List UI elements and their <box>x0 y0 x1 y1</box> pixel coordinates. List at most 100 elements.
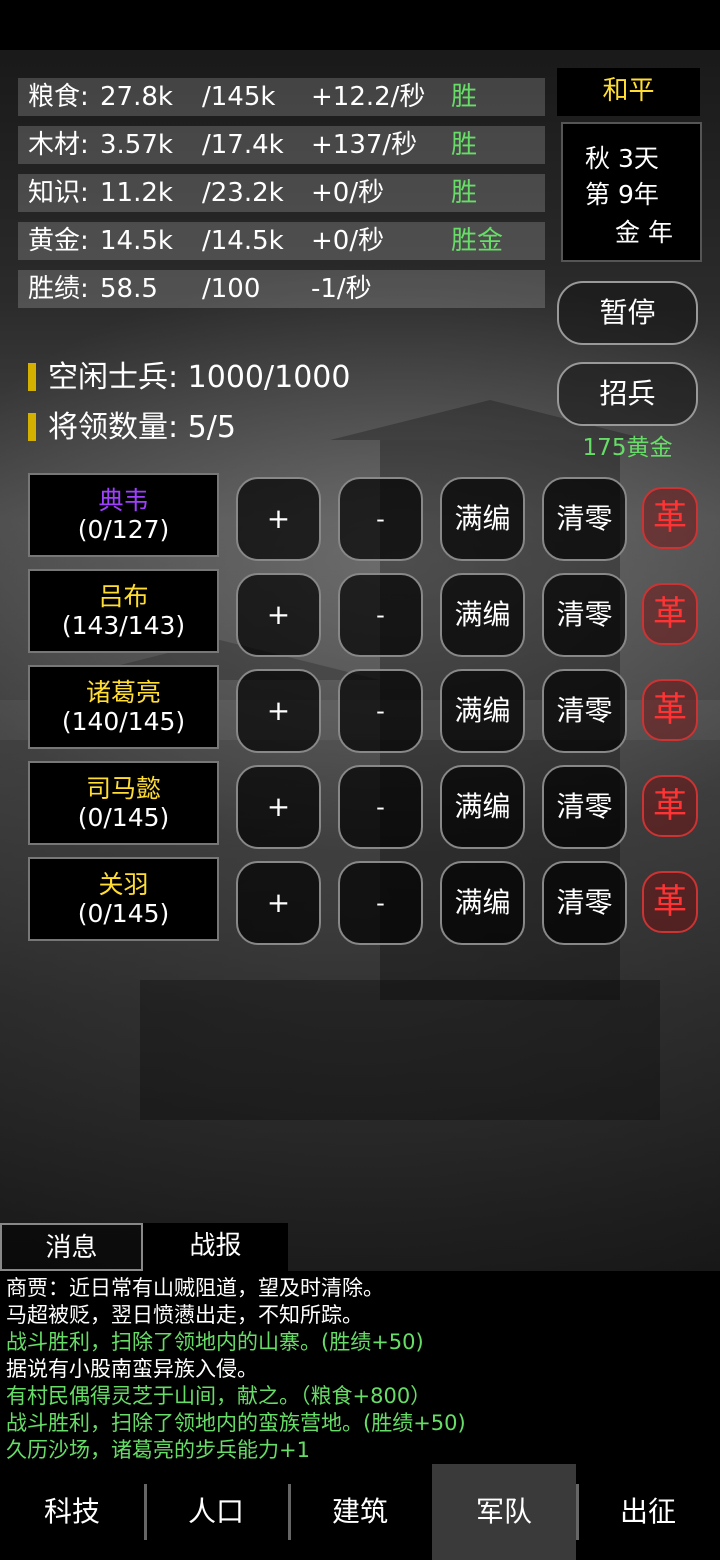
general-card[interactable]: 吕布 (143/143) <box>28 569 219 653</box>
resource-row: 知识: 11.2k/23.2k +0/秒 胜 <box>18 174 545 212</box>
nav-building[interactable]: 建筑 <box>288 1464 432 1560</box>
nav-tech[interactable]: 科技 <box>0 1464 144 1560</box>
log-line: 久历沙场，诸葛亮的步兵能力+1 <box>6 1438 310 1462</box>
resource-current: 58.5 <box>100 274 158 304</box>
plus-button[interactable]: + <box>236 669 321 753</box>
general-card[interactable]: 典韦 (0/127) <box>28 473 219 557</box>
general-card[interactable]: 诸葛亮 (140/145) <box>28 665 219 749</box>
resource-row: 黄金: 14.5k/14.5k +0/秒 胜金 <box>18 222 545 260</box>
resource-tag: 胜金 <box>451 226 504 256</box>
general-troop-count: (143/143) <box>61 611 186 640</box>
clear-button[interactable]: 清零 <box>542 861 627 945</box>
resource-max: /14.5k <box>202 226 284 256</box>
general-troop-count: (0/145) <box>77 899 170 928</box>
general-card[interactable]: 关羽 (0/145) <box>28 857 219 941</box>
resource-rate: +0/秒 <box>311 226 385 256</box>
plus-button[interactable]: + <box>236 477 321 561</box>
marker-bar <box>28 413 36 441</box>
log-line: 马超被贬，翌日愤懑出走，不知所踪。 <box>6 1303 363 1327</box>
dismiss-general-button[interactable]: 革 <box>642 775 698 837</box>
full-staff-button[interactable]: 满编 <box>440 861 525 945</box>
general-card[interactable]: 司马懿 (0/145) <box>28 761 219 845</box>
resource-rate: +137/秒 <box>311 130 418 160</box>
full-staff-button[interactable]: 满编 <box>440 477 525 561</box>
general-name: 司马懿 <box>85 774 161 803</box>
plus-button[interactable]: + <box>236 573 321 657</box>
resource-current: 3.57k <box>100 130 173 160</box>
general-troop-count: (0/127) <box>77 515 170 544</box>
log-line: 据说有小股南蛮异族入侵。 <box>6 1357 258 1381</box>
log-line: 战斗胜利，扫除了领地内的山寨。(胜绩+50) <box>6 1330 424 1354</box>
resource-max: /100 <box>202 274 261 304</box>
resource-max: /145k <box>202 82 276 112</box>
minus-button[interactable]: - <box>338 861 423 945</box>
resource-name: 知识: <box>28 178 89 208</box>
resource-name: 木材: <box>28 130 89 160</box>
tab-battle-report[interactable]: 战报 <box>143 1223 288 1271</box>
minus-button[interactable]: - <box>338 573 423 657</box>
idle-soldiers-line: 空闲士兵: 1000/1000 <box>28 352 350 396</box>
general-name: 典韦 <box>98 486 149 515</box>
full-staff-button[interactable]: 满编 <box>440 765 525 849</box>
dismiss-general-button[interactable]: 革 <box>642 871 698 933</box>
marker-bar <box>28 363 36 391</box>
resource-name: 黄金: <box>28 226 89 256</box>
idle-soldiers-value: 1000/1000 <box>187 360 351 395</box>
bottom-navigation: 科技 人口 建筑 军队 出征 <box>0 1464 720 1560</box>
year-number: 第 9年 <box>585 180 659 209</box>
log-line: 有村民偶得灵芝于山间，献之。（粮食+800） <box>6 1384 432 1408</box>
resource-name: 胜绩: <box>28 274 89 304</box>
resource-row: 木材: 3.57k/17.4k +137/秒 胜 <box>18 126 545 164</box>
general-name: 吕布 <box>98 582 149 611</box>
dismiss-general-button[interactable]: 革 <box>642 583 698 645</box>
nav-expedition[interactable]: 出征 <box>576 1464 720 1560</box>
recruit-cost: 175黄金 <box>582 435 673 461</box>
recruit-button[interactable]: 招兵 <box>557 362 698 426</box>
resource-row: 粮食: 27.8k/145k +12.2/秒胜 <box>18 78 545 116</box>
resource-name: 粮食: <box>28 82 89 112</box>
resource-max: /17.4k <box>202 130 284 160</box>
resource-tag: 胜 <box>451 82 478 112</box>
peace-status: 和平 <box>557 68 700 116</box>
pause-button[interactable]: 暂停 <box>557 281 698 345</box>
log-line: 战斗胜利，扫除了领地内的蛮族营地。(胜绩+50) <box>6 1411 466 1435</box>
log-line: 商贾：近日常有山贼阻道，望及时清除。 <box>6 1276 384 1300</box>
plus-button[interactable]: + <box>236 765 321 849</box>
element-year: 金 年 <box>615 218 673 247</box>
dismiss-general-button[interactable]: 革 <box>642 679 698 741</box>
general-count-label: 将领数量: <box>48 410 179 445</box>
resource-current: 14.5k <box>100 226 173 256</box>
resource-current: 11.2k <box>100 178 173 208</box>
resource-rate: +0/秒 <box>311 178 385 208</box>
minus-button[interactable]: - <box>338 765 423 849</box>
resource-current: 27.8k <box>100 82 173 112</box>
full-staff-button[interactable]: 满编 <box>440 573 525 657</box>
minus-button[interactable]: - <box>338 669 423 753</box>
general-name: 诸葛亮 <box>85 678 161 707</box>
nav-population[interactable]: 人口 <box>144 1464 288 1560</box>
resource-row: 胜绩: 58.5/100 -1/秒 <box>18 270 545 308</box>
clear-button[interactable]: 清零 <box>542 573 627 657</box>
idle-soldiers-label: 空闲士兵: <box>48 360 179 395</box>
system-status-bar <box>0 0 720 50</box>
nav-army[interactable]: 军队 <box>432 1464 576 1560</box>
clear-button[interactable]: 清零 <box>542 765 627 849</box>
plus-button[interactable]: + <box>236 861 321 945</box>
general-troop-count: (140/145) <box>61 707 186 736</box>
dismiss-general-button[interactable]: 革 <box>642 487 698 549</box>
minus-button[interactable]: - <box>338 477 423 561</box>
general-name: 关羽 <box>98 870 149 899</box>
clear-button[interactable]: 清零 <box>542 477 627 561</box>
date-panel: 秋 3天 第 9年 金 年 <box>561 122 702 262</box>
general-count-value: 5/5 <box>187 410 236 445</box>
resource-max: /23.2k <box>202 178 284 208</box>
resource-rate: +12.2/秒 <box>311 82 426 112</box>
general-troop-count: (0/145) <box>77 803 170 832</box>
full-staff-button[interactable]: 满编 <box>440 669 525 753</box>
tab-messages[interactable]: 消息 <box>0 1223 143 1271</box>
clear-button[interactable]: 清零 <box>542 669 627 753</box>
resource-tag: 胜 <box>451 130 478 160</box>
general-count-line: 将领数量: 5/5 <box>28 402 236 446</box>
building-silhouette <box>140 980 660 1120</box>
resource-rate: -1/秒 <box>311 274 372 304</box>
